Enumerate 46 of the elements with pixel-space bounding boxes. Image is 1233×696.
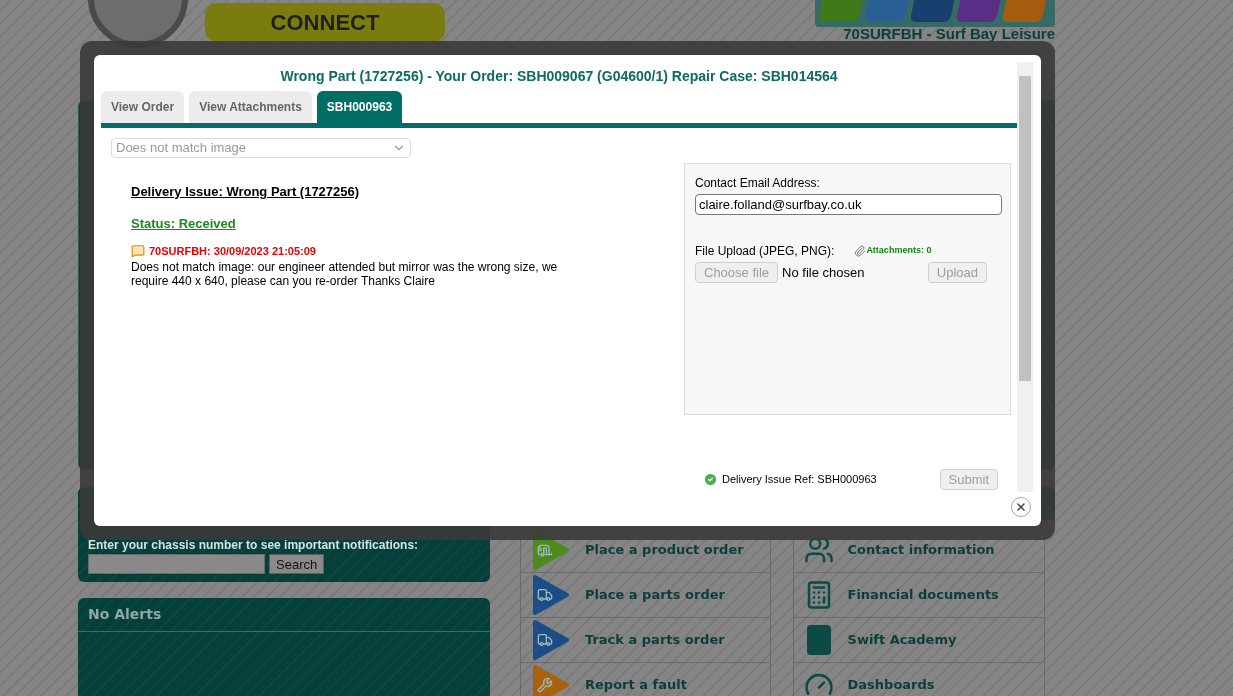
tab[interactable]: SBH000963 <box>316 91 403 123</box>
comment-icon <box>131 244 145 259</box>
menu-label: Place a parts order <box>585 586 725 605</box>
attachments-count: Attachments: 0 <box>866 244 932 258</box>
comment-author: 70SURFBH: 30/09/2023 21:05:09 <box>149 244 316 259</box>
menu-item[interactable]: Track a parts order <box>521 618 770 663</box>
menu-label: Dashboards <box>847 676 935 695</box>
menu-label: Contact information <box>847 541 995 560</box>
shortcut-icon[interactable] <box>817 0 863 22</box>
menu-item[interactable]: Swift Academy <box>793 618 1044 663</box>
tab[interactable]: View Order <box>101 91 185 123</box>
file-status: No file chosen <box>782 263 865 282</box>
shortcut-icon[interactable] <box>863 0 909 22</box>
check-icon <box>703 472 718 487</box>
scrollbar[interactable] <box>1017 62 1033 492</box>
menu-label: Place a product order <box>585 541 744 560</box>
account-name: 70SURFBH - Surf Bay Leisure <box>843 27 1055 41</box>
menu-label: Financial documents <box>847 586 999 605</box>
shortcut-icon[interactable] <box>955 0 1001 22</box>
reference-text: Delivery Issue Ref: SBH000963 <box>722 472 877 488</box>
comment-text: Does not match image: our engineer attended but mirror was the wrong size, we require 440 x 640, please can you re-order Thanks Claire <box>131 259 559 288</box>
shortcut-icon[interactable] <box>1001 0 1047 22</box>
close-icon <box>1015 501 1027 513</box>
chassis-prompt: Enter your chassis number to see important notifications: <box>88 538 420 552</box>
menu-label: Report a fault <box>585 676 687 695</box>
menu-item[interactable]: Place a parts order <box>521 573 770 618</box>
issue-heading: Delivery Issue: Wrong Part (1727256) <box>131 183 361 201</box>
menu-item[interactable]: Dashboards <box>793 663 1044 696</box>
modal-title: Wrong Part (1727256) - Your Order: SBH009067 (G04600/1) Repair Case: SBH014564 <box>279 67 839 86</box>
alerts-title: No Alerts <box>78 598 490 632</box>
chassis-input[interactable] <box>88 554 265 574</box>
menu-item[interactable]: Report a fault <box>521 663 770 696</box>
menu-item[interactable]: Financial documents <box>793 573 1044 618</box>
status-text: Status: Received <box>131 214 237 233</box>
paperclip-icon <box>854 245 867 257</box>
tab[interactable]: View Attachments <box>189 91 312 123</box>
menu-label: Track a parts order <box>585 631 725 650</box>
badge-icon <box>806 625 831 655</box>
connect-logo: CONNECT <box>205 3 445 42</box>
email-field[interactable]: claire.folland@surfbay.co.uk <box>695 194 1002 215</box>
search-button[interactable]: Search <box>269 554 325 574</box>
shortcut-icon[interactable] <box>909 0 955 22</box>
menu-label: Swift Academy <box>847 631 957 650</box>
email-label: Contact Email Address: <box>695 175 821 192</box>
close-button[interactable] <box>1011 497 1031 517</box>
upload-label: File Upload (JPEG, PNG): <box>695 243 835 260</box>
